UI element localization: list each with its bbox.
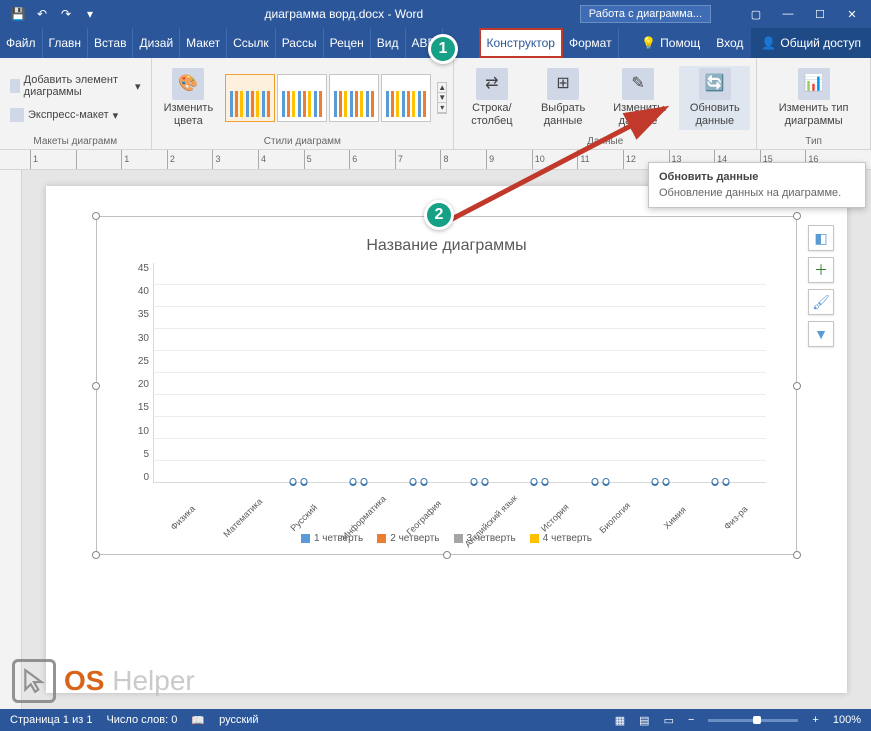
chart-elements-button[interactable]: ＋ [808, 257, 834, 283]
select-data-button[interactable]: ⊞Выбрать данные [530, 66, 597, 130]
web-layout-icon[interactable]: ▭ [664, 714, 674, 727]
read-mode-icon[interactable]: ▦ [615, 714, 625, 727]
gallery-down-icon[interactable]: ▼ [438, 93, 446, 103]
gallery-up-icon[interactable]: ▲ [438, 83, 446, 93]
vertical-ruler[interactable] [0, 170, 22, 709]
lightbulb-icon: 💡 [641, 36, 656, 50]
maximize-icon[interactable]: ☐ [805, 4, 835, 24]
chart-style-4[interactable] [381, 74, 431, 122]
refresh-icon: 🔄 [699, 68, 731, 100]
qat-dropdown-icon[interactable]: ▾ [80, 4, 100, 24]
document-page: Название диаграммы 051015202530354045 Фи… [46, 186, 847, 693]
ribbon-options-icon[interactable]: ▢ [741, 4, 771, 24]
switch-row-col-button[interactable]: ⇄Строка/столбец [460, 66, 523, 130]
quick-layout-icon [10, 108, 24, 122]
chart-type-icon: 📊 [798, 68, 830, 100]
layout-options-button[interactable]: ◧ [808, 225, 834, 251]
ribbon-group-type: 📊Изменить тип диаграммы Тип [757, 58, 871, 149]
gallery-scroll: ▲ ▼ ▾ [437, 82, 447, 114]
tab-home[interactable]: Главн [43, 28, 89, 58]
chart-y-axis[interactable]: 051015202530354045 [127, 263, 153, 483]
word-count[interactable]: Число слов: 0 [106, 714, 177, 726]
person-icon: 👤 [761, 36, 776, 50]
ribbon-group-styles: 🎨Изменить цвета ▲ ▼ ▾ Стили диаграмм [152, 58, 455, 149]
window-controls: ▢ — ☐ ✕ [741, 4, 871, 24]
switch-icon: ⇄ [476, 68, 508, 100]
document-workspace: Название диаграммы 051015202530354045 Фи… [0, 170, 871, 709]
zoom-value[interactable]: 100% [833, 714, 861, 726]
colors-icon: 🎨 [172, 68, 204, 100]
document-title: диаграмма ворд.docx - Word [108, 7, 580, 21]
chart-style-1[interactable] [225, 74, 275, 122]
tab-view[interactable]: Вид [371, 28, 406, 58]
tab-chart-format[interactable]: Формат [563, 28, 619, 58]
tooltip-refresh-data: Обновить данные Обновление данных на диа… [648, 162, 866, 208]
watermark: OS Helper [12, 659, 195, 703]
chart-bars[interactable] [153, 263, 766, 483]
language-indicator[interactable]: русский [219, 714, 258, 726]
tab-file[interactable]: Файл [0, 28, 43, 58]
gallery-more-icon[interactable]: ▾ [438, 103, 446, 113]
handle-mid-left[interactable] [92, 382, 100, 390]
ribbon-group-layouts: Добавить элемент диаграммы ▾ Экспресс-ма… [0, 58, 152, 149]
tab-insert[interactable]: Встав [88, 28, 133, 58]
chart-tools-context-tab[interactable]: Работа с диаграмма... [580, 5, 711, 23]
page-indicator[interactable]: Страница 1 из 1 [10, 714, 92, 726]
save-icon[interactable]: 💾 [8, 4, 28, 24]
add-element-icon [10, 79, 20, 93]
sign-in[interactable]: Вход [708, 28, 751, 58]
quick-access-toolbar: 💾 ↶ ↷ ▾ [0, 4, 108, 24]
tab-review[interactable]: Рецен [324, 28, 371, 58]
tooltip-title: Обновить данные [659, 171, 855, 183]
tab-chart-design[interactable]: Конструктор [479, 28, 563, 58]
handle-top-right[interactable] [793, 212, 801, 220]
tab-design[interactable]: Дизай [133, 28, 180, 58]
chart-title[interactable]: Название диаграммы [127, 237, 766, 255]
chart-style-2[interactable] [277, 74, 327, 122]
callout-2: 2 [424, 200, 454, 230]
zoom-slider[interactable] [708, 719, 798, 722]
title-bar: 💾 ↶ ↷ ▾ диаграмма ворд.docx - Word Работ… [0, 0, 871, 28]
quick-layout-button[interactable]: Экспресс-макет ▾ [6, 106, 122, 124]
chart-style-3[interactable] [329, 74, 379, 122]
callout-1: 1 [428, 34, 458, 64]
zoom-in-button[interactable]: + [812, 714, 818, 726]
handle-bot-left[interactable] [92, 551, 100, 559]
add-chart-element-button[interactable]: Добавить элемент диаграммы ▾ [6, 72, 145, 100]
style-gallery [225, 74, 431, 122]
refresh-data-button[interactable]: 🔄Обновить данные [679, 66, 750, 130]
tab-mailings[interactable]: Рассы [276, 28, 324, 58]
handle-mid-right[interactable] [793, 382, 801, 390]
redo-icon[interactable]: ↷ [56, 4, 76, 24]
print-layout-icon[interactable]: ▤ [639, 714, 649, 727]
chart-x-axis[interactable]: ФизикаМатематикаРусскийИнформатикаГеогра… [153, 483, 766, 527]
minimize-icon[interactable]: — [773, 4, 803, 24]
handle-top-left[interactable] [92, 212, 100, 220]
spell-check-icon[interactable]: 📖 [191, 714, 205, 727]
tooltip-body: Обновление данных на диаграмме. [659, 187, 855, 199]
edit-data-icon: ✎ [622, 68, 654, 100]
watermark-text: OS Helper [64, 665, 195, 697]
ribbon: Добавить элемент диаграммы ▾ Экспресс-ма… [0, 58, 871, 150]
tell-me[interactable]: 💡Помощ [633, 28, 708, 58]
zoom-out-button[interactable]: − [688, 714, 694, 726]
change-colors-button[interactable]: 🎨Изменить цвета [158, 66, 220, 130]
tab-layout[interactable]: Макет [180, 28, 227, 58]
chart-filters-button[interactable]: ▼ [808, 321, 834, 347]
tab-references[interactable]: Ссылк [227, 28, 276, 58]
close-icon[interactable]: ✕ [837, 4, 867, 24]
ribbon-group-data: ⇄Строка/столбец ⊞Выбрать данные ✎Изменит… [454, 58, 757, 149]
cursor-icon [12, 659, 56, 703]
handle-bot-right[interactable] [793, 551, 801, 559]
chart-plot-area[interactable]: 051015202530354045 [127, 263, 766, 483]
chart-object[interactable]: Название диаграммы 051015202530354045 Фи… [96, 216, 797, 555]
change-chart-type-button[interactable]: 📊Изменить тип диаграммы [763, 66, 864, 130]
edit-data-button[interactable]: ✎Изменить данные [603, 66, 674, 130]
select-data-icon: ⊞ [547, 68, 579, 100]
chart-side-tools: ◧ ＋ 🖌 ▼ [808, 225, 834, 347]
share-button[interactable]: 👤Общий доступ [751, 28, 871, 58]
undo-icon[interactable]: ↶ [32, 4, 52, 24]
status-bar: Страница 1 из 1 Число слов: 0 📖 русский … [0, 709, 871, 731]
chart-styles-button[interactable]: 🖌 [808, 289, 834, 315]
